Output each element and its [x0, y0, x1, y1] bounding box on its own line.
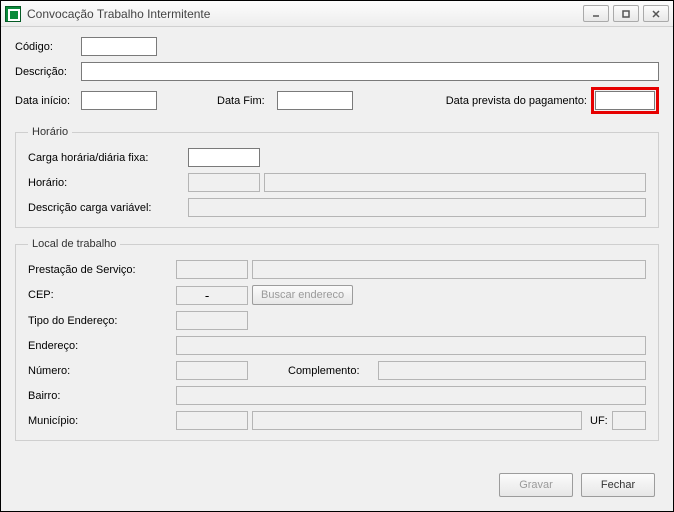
gravar-button[interactable]: Gravar — [499, 473, 573, 497]
uf-input[interactable] — [612, 411, 646, 430]
title-bar: Convocação Trabalho Intermitente — [1, 1, 673, 27]
complemento-display — [378, 361, 646, 380]
tipo-endereco-input[interactable] — [176, 311, 248, 330]
local-trabalho-legend: Local de trabalho — [28, 238, 120, 250]
data-prev-pag-highlight — [591, 87, 659, 114]
fechar-button[interactable]: Fechar — [581, 473, 655, 497]
bairro-label: Bairro: — [28, 390, 176, 402]
carga-var-label: Descrição carga variável: — [28, 202, 188, 214]
data-prev-pag-input[interactable] — [595, 91, 655, 110]
numero-input[interactable] — [176, 361, 248, 380]
complemento-label: Complemento: — [288, 365, 378, 377]
descricao-label: Descrição: — [15, 66, 81, 78]
data-fim-input[interactable] — [277, 91, 353, 110]
horario-label: Horário: — [28, 177, 188, 189]
window-controls — [583, 5, 669, 22]
app-window: Convocação Trabalho Intermitente Código:… — [0, 0, 674, 512]
minimize-button[interactable] — [583, 5, 609, 22]
codigo-input[interactable] — [81, 37, 157, 56]
descricao-input[interactable] — [81, 62, 659, 81]
tipo-endereco-label: Tipo do Endereço: — [28, 315, 176, 327]
data-prev-pag-label: Data prevista do pagamento: — [446, 95, 587, 107]
prestacao-label: Prestação de Serviço: — [28, 264, 176, 276]
cep-input[interactable] — [176, 286, 248, 305]
prestacao-desc-display — [252, 260, 646, 279]
prestacao-code-input[interactable] — [176, 260, 248, 279]
local-trabalho-group: Local de trabalho Prestação de Serviço: … — [15, 238, 659, 441]
endereco-display — [176, 336, 646, 355]
carga-var-display — [188, 198, 646, 217]
app-icon — [5, 6, 21, 22]
uf-label: UF: — [590, 415, 612, 427]
close-button[interactable] — [643, 5, 669, 22]
horario-group: Horário Carga horária/diária fixa: Horár… — [15, 126, 659, 228]
data-fim-label: Data Fim: — [217, 95, 277, 107]
cep-label: CEP: — [28, 289, 176, 301]
maximize-button[interactable] — [613, 5, 639, 22]
codigo-label: Código: — [15, 41, 81, 53]
buscar-endereco-button[interactable]: Buscar endereco — [252, 285, 353, 305]
data-inicio-input[interactable] — [81, 91, 157, 110]
client-area: Código: Descrição: Data início: Data Fim… — [1, 27, 673, 511]
horario-legend: Horário — [28, 126, 72, 138]
municipio-nome-display — [252, 411, 582, 430]
data-inicio-label: Data início: — [15, 95, 81, 107]
endereco-label: Endereço: — [28, 340, 176, 352]
municipio-code-input[interactable] — [176, 411, 248, 430]
footer-buttons: Gravar Fechar — [15, 463, 659, 501]
horario-desc-display — [264, 173, 646, 192]
bairro-display — [176, 386, 646, 405]
carga-fixa-label: Carga horária/diária fixa: — [28, 152, 188, 164]
numero-label: Número: — [28, 365, 176, 377]
horario-code-input[interactable] — [188, 173, 260, 192]
municipio-label: Município: — [28, 415, 176, 427]
carga-fixa-input[interactable] — [188, 148, 260, 167]
window-title: Convocação Trabalho Intermitente — [27, 7, 583, 21]
